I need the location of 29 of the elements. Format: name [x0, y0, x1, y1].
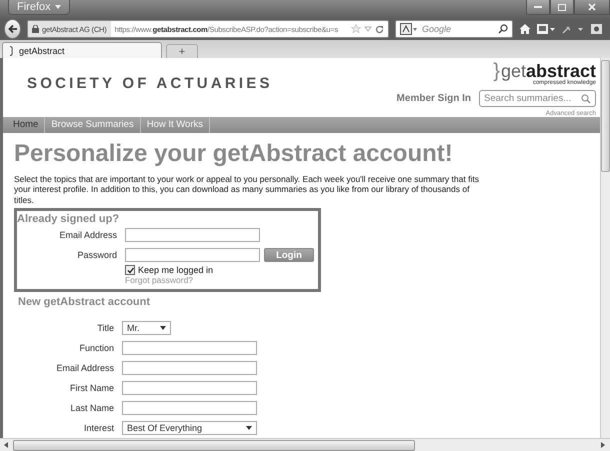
- section-heading: Already signed up?: [17, 213, 120, 225]
- field-label: Title: [96, 323, 115, 333]
- member-sign-in-link[interactable]: Member Sign In: [396, 93, 471, 104]
- forgot-password-link[interactable]: Forgot password?: [125, 275, 194, 285]
- search-summaries-field[interactable]: Search summaries...: [479, 90, 596, 107]
- page-heading: Personalize your getAbstract account!: [14, 138, 454, 168]
- field-label: First Name: [68, 383, 115, 393]
- organization-logo: SOCIETY OF ACTUARIES: [27, 75, 273, 94]
- new-tab-button[interactable]: +: [166, 44, 198, 58]
- section-heading: New getAbstract account: [18, 296, 152, 308]
- browser-tab[interactable]: getAbstract: [2, 42, 162, 58]
- firefox-menu-button[interactable]: Firefox: [8, 0, 70, 15]
- field-label: Function: [78, 343, 115, 353]
- search-field[interactable]: Google: [395, 20, 513, 38]
- checkbox-label: Keep me logged in: [138, 265, 214, 275]
- site-logo[interactable]: getabstract: [500, 62, 596, 80]
- nav-item[interactable]: Browse Summaries: [45, 117, 141, 132]
- dropdown[interactable]: Best Of Everything: [122, 421, 257, 435]
- logo-bracket: }: [493, 62, 500, 80]
- field-label: Password: [76, 250, 118, 260]
- nav-item[interactable]: How It Works: [140, 117, 210, 132]
- field-label: Email Address: [55, 363, 115, 373]
- dropdown[interactable]: Mr.: [122, 321, 171, 335]
- nav-item[interactable]: Home: [7, 117, 46, 132]
- login-button[interactable]: Login: [264, 248, 314, 262]
- field-label: Interest: [82, 423, 115, 433]
- intro-text: Select the topics that are important to your work or appeal to you personally. Each week you'll receive one summary that fits your interest profile. In addition to this, you can download as many summaries as you like from our library of thousands of titles.: [14, 174, 480, 205]
- field-label: Email Address: [58, 230, 118, 240]
- field-label: Last Name: [69, 403, 115, 413]
